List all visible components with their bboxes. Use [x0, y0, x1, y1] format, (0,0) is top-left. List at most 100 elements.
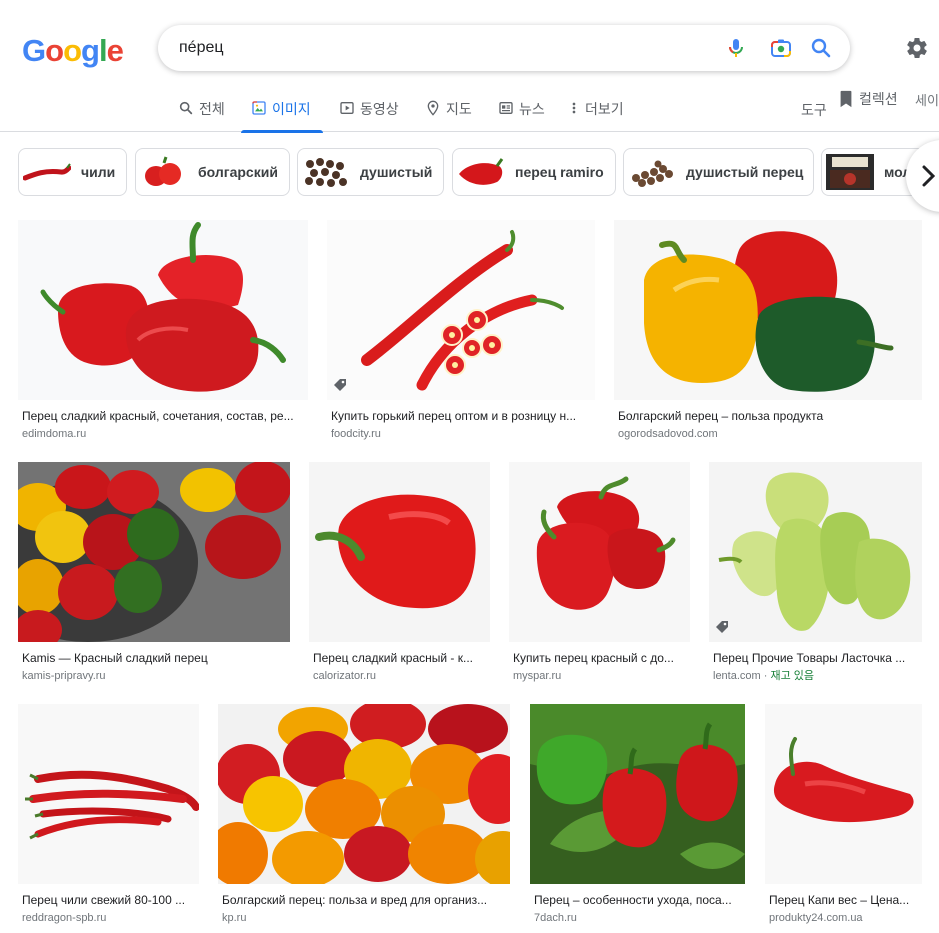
image-result[interactable]: Болгарский перец: польза и вред для орга…: [218, 704, 510, 928]
result-source: 7dach.ru: [534, 912, 577, 924]
related-search-chip[interactable]: перец ramiro: [452, 148, 616, 196]
result-source: ogorodsadovod.com: [618, 428, 718, 440]
chip-label: душистый перец: [686, 164, 804, 180]
result-image[interactable]: [530, 704, 745, 884]
safesearch-button[interactable]: 세이: [915, 90, 939, 109]
related-search-chip[interactable]: чили: [18, 148, 127, 196]
result-image[interactable]: [509, 462, 690, 642]
chip-label: душистый: [360, 164, 433, 180]
search-box: [158, 25, 850, 71]
image-result[interactable]: Перец сладкий красный - к... calorizator…: [309, 462, 490, 686]
image-result[interactable]: Перец сладкий красный, сочетания, состав…: [18, 220, 308, 444]
chip-thumbnail: [23, 163, 71, 181]
result-title: Перец Капи вес – Цена...: [769, 893, 910, 907]
logo-letter: G: [22, 33, 46, 68]
microphone-icon[interactable]: [724, 36, 748, 60]
result-title: Kamis — Красный сладкий перец: [22, 651, 208, 665]
more-vertical-icon: [572, 102, 576, 114]
tab-label: 뉴스: [519, 101, 545, 117]
image-result[interactable]: Перец – особенности ухода, поса... 7dach…: [530, 704, 745, 928]
logo-letter: o: [45, 33, 64, 68]
result-title: Купить перец красный с до...: [513, 651, 674, 665]
bookmark-icon: [840, 90, 852, 108]
google-logo[interactable]: Google: [22, 33, 124, 69]
tab-videos[interactable]: 동영상: [339, 92, 399, 132]
result-image[interactable]: [765, 704, 922, 884]
image-result[interactable]: Перец Прочие Товары Ласточка ... lenta.c…: [709, 462, 922, 686]
logo-letter: o: [63, 33, 82, 68]
image-icon: [252, 101, 266, 115]
chip-thumbnail: [145, 156, 181, 186]
result-source: kp.ru: [222, 912, 247, 924]
map-pin-icon: [427, 100, 439, 116]
chip-label: перец ramiro: [515, 164, 604, 180]
result-source: foodcity.ru: [331, 428, 381, 440]
chip-thumbnail: [826, 154, 874, 190]
image-result[interactable]: Купить перец красный с до... myspar.ru: [509, 462, 690, 686]
related-search-chip[interactable]: душистый перец: [623, 148, 814, 196]
tab-all[interactable]: 전체: [178, 92, 225, 132]
result-title: Перец Прочие Товары Ласточка ...: [713, 651, 906, 665]
camera-lens-icon[interactable]: [769, 36, 793, 60]
chip-label: чили: [81, 164, 116, 180]
result-title: Болгарский перец – польза продукта: [618, 409, 824, 423]
logo-letter: g: [81, 33, 100, 68]
chip-thumbnail: [632, 160, 673, 187]
product-tag-icon: [716, 621, 728, 633]
result-source: produkty24.com.ua: [769, 912, 863, 924]
tab-label: 이미지: [272, 101, 311, 117]
tab-more[interactable]: 더보기: [568, 92, 624, 132]
result-title: Перец сладкий красный, сочетания, состав…: [22, 409, 294, 423]
tab-label: 동영상: [360, 101, 399, 117]
related-search-chip[interactable]: болгарский: [135, 148, 290, 196]
result-image[interactable]: [18, 704, 199, 884]
product-tag-icon: [334, 379, 346, 391]
result-image[interactable]: [18, 220, 308, 400]
result-source-line: lenta.com · 재고 있음: [713, 670, 815, 682]
result-image[interactable]: [18, 462, 290, 642]
collections-button[interactable]: 컬렉션: [838, 89, 898, 109]
tab-label: 지도: [446, 101, 472, 117]
result-source: edimdoma.ru: [22, 428, 87, 440]
search-icon[interactable]: [809, 36, 833, 60]
image-result[interactable]: Перец чили свежий 80-100 ... reddragon-s…: [18, 704, 199, 928]
news-icon: [499, 102, 513, 114]
related-search-chip[interactable]: душистый: [297, 148, 444, 196]
tools-button[interactable]: 도구: [801, 100, 827, 120]
result-title: Болгарский перец: польза и вред для орга…: [222, 893, 488, 907]
settings-gear-icon[interactable]: [905, 36, 929, 60]
chip-thumbnail: [459, 158, 504, 185]
result-image[interactable]: [218, 704, 510, 884]
result-title: Перец – особенности ухода, поса...: [534, 893, 732, 907]
tab-news[interactable]: 뉴스: [498, 92, 545, 132]
collections-label: 컬렉션: [859, 91, 898, 107]
result-image[interactable]: [327, 220, 595, 400]
result-image[interactable]: [614, 220, 922, 400]
chip-label: болгарский: [198, 164, 278, 180]
logo-letter: e: [106, 33, 124, 68]
video-icon: [340, 102, 354, 114]
tab-images[interactable]: 이미지: [241, 92, 323, 133]
result-image[interactable]: [309, 462, 490, 642]
chevron-right-icon: [922, 165, 936, 187]
chip-thumbnail: [305, 158, 347, 187]
tab-label: 더보기: [585, 101, 624, 117]
tab-maps[interactable]: 지도: [425, 92, 472, 132]
result-source: reddragon-spb.ru: [22, 912, 107, 924]
result-source: lenta.com: [713, 670, 761, 682]
result-source: calorizator.ru: [313, 670, 376, 682]
result-source: myspar.ru: [513, 670, 562, 682]
result-title: Купить горький перец оптом и в розницу н…: [331, 409, 577, 423]
image-result[interactable]: Купить горький перец оптом и в розницу н…: [327, 220, 595, 444]
image-result[interactable]: Перец Капи вес – Цена... produkty24.com.…: [765, 704, 922, 928]
result-source: kamis-pripravy.ru: [22, 670, 106, 682]
result-image[interactable]: [709, 462, 922, 642]
in-stock-label: 재고 있음: [770, 670, 815, 682]
search-tabs: 전체 이미지 동영상 지도 뉴스 더보기 도구 컬렉션 세이: [0, 89, 939, 133]
tab-label: 전체: [199, 101, 225, 117]
result-title: Перец сладкий красный - к...: [313, 651, 473, 665]
image-result[interactable]: Болгарский перец – польза продукта ogoro…: [614, 220, 922, 444]
image-result[interactable]: Kamis — Красный сладкий перец kamis-prip…: [18, 462, 290, 686]
search-input[interactable]: [179, 35, 699, 61]
result-title: Перец чили свежий 80-100 ...: [22, 893, 186, 907]
